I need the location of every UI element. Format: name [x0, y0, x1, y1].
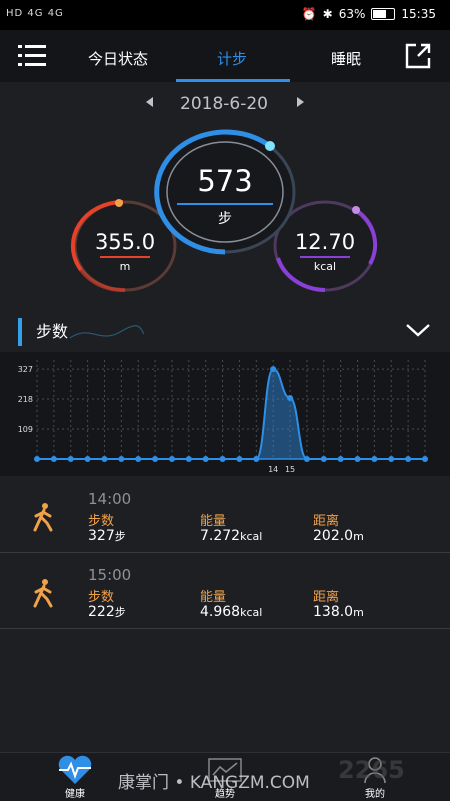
series-area [37, 369, 425, 459]
data-point [422, 456, 428, 462]
steps-chart-svg: 109 218 327 14 15 [18, 360, 428, 474]
x-tick-label: 15 [285, 465, 295, 474]
data-point [50, 456, 57, 462]
steps-label: 步数 [88, 514, 115, 529]
steps-chart: 109 218 327 14 15 [0, 352, 450, 476]
energy-label: 能量 [200, 590, 227, 605]
data-point [219, 456, 226, 462]
data-point [67, 456, 74, 462]
steps-unit: 步 [218, 211, 232, 227]
distance-value: 202.0m [313, 528, 364, 544]
y-tick-label: 109 [18, 425, 33, 434]
date-selector: 2018-6-20 [0, 94, 450, 116]
record-time: 15:00 [88, 566, 132, 584]
y-tick-label: 218 [18, 395, 33, 404]
next-date-arrow-icon[interactable] [297, 97, 304, 107]
calories-unit: kcal [313, 260, 337, 273]
section-title: 步数 [36, 322, 69, 341]
series-line [37, 368, 425, 460]
data-point [270, 366, 277, 373]
data-point [320, 456, 327, 462]
previous-date-arrow-icon[interactable] [146, 97, 153, 107]
clock-time: 15:35 [401, 7, 436, 21]
data-point [118, 456, 125, 462]
battery-percent: 63% [338, 7, 366, 21]
data-point [303, 456, 310, 462]
data-point [34, 456, 40, 462]
record-row[interactable]: 15:00 步数 能量 距离 222步 4.968kcal 138.0m [0, 554, 450, 629]
steps-ring: 573 步 [152, 128, 298, 256]
data-point [354, 456, 361, 462]
energy-label: 能量 [200, 514, 227, 529]
section-accent-bar [18, 318, 22, 346]
distance-unit: m [119, 260, 131, 273]
data-point [101, 456, 108, 462]
x-tick-label: 14 [268, 465, 278, 474]
watermark-logo: 2265 [338, 756, 405, 784]
record-row[interactable]: 14:00 步数 能量 距离 327步 7.272kcal 202.0m [0, 478, 450, 553]
y-tick-label: 327 [18, 365, 33, 374]
network-indicators: HD 4G 4G [6, 8, 64, 19]
nav-health-label: 健康 [65, 789, 85, 800]
top-header: 今日状态 计步 睡眠 [0, 30, 450, 82]
walking-person-icon [33, 503, 53, 532]
tab-sleep[interactable]: 睡眠 [331, 48, 361, 69]
steps-value: 327步 [88, 528, 126, 544]
data-point [236, 456, 243, 462]
energy-value: 7.272kcal [200, 528, 263, 544]
data-point [253, 456, 260, 462]
walking-person-icon [33, 579, 53, 608]
data-point [202, 456, 209, 462]
steps-value: 573 [197, 164, 253, 198]
data-point [168, 456, 175, 462]
energy-value: 4.968kcal [200, 604, 263, 620]
data-point [388, 456, 395, 462]
data-point [371, 456, 378, 462]
data-point [405, 456, 412, 462]
record-time: 14:00 [88, 490, 132, 508]
status-bar: HD 4G 4G ⏰ ✱ 63% 15:35 [0, 0, 450, 30]
alarm-icon: ⏰ [301, 7, 317, 21]
data-point [84, 456, 91, 462]
data-point [185, 456, 192, 462]
active-tab-indicator [176, 79, 290, 82]
steps-section-header: 步数 [0, 312, 450, 352]
menu-icon[interactable] [18, 44, 46, 68]
current-date: 2018-6-20 [180, 94, 268, 114]
steps-label: 步数 [88, 590, 115, 605]
battery-icon [371, 8, 396, 20]
bluetooth-icon: ✱ [322, 7, 333, 21]
nav-health[interactable]: 健康 [30, 753, 120, 801]
data-point [337, 456, 344, 462]
watermark-text: 康掌门 • KANGZM.COM [118, 773, 310, 793]
steps-value: 222步 [88, 604, 126, 620]
distance-label: 距离 [313, 514, 340, 529]
heart-pulse-icon [58, 755, 92, 784]
distance-value: 138.0m [313, 604, 364, 620]
tab-steps[interactable]: 计步 [217, 48, 247, 69]
distance-label: 距离 [313, 590, 340, 605]
data-point [152, 456, 159, 462]
tab-today-status[interactable]: 今日状态 [88, 48, 148, 69]
wave-decoration-icon [70, 325, 144, 339]
chevron-down-icon[interactable] [405, 322, 431, 338]
nav-mine-label: 我的 [365, 789, 385, 800]
share-icon[interactable] [404, 42, 432, 70]
data-point [135, 456, 142, 462]
data-point [287, 394, 294, 401]
